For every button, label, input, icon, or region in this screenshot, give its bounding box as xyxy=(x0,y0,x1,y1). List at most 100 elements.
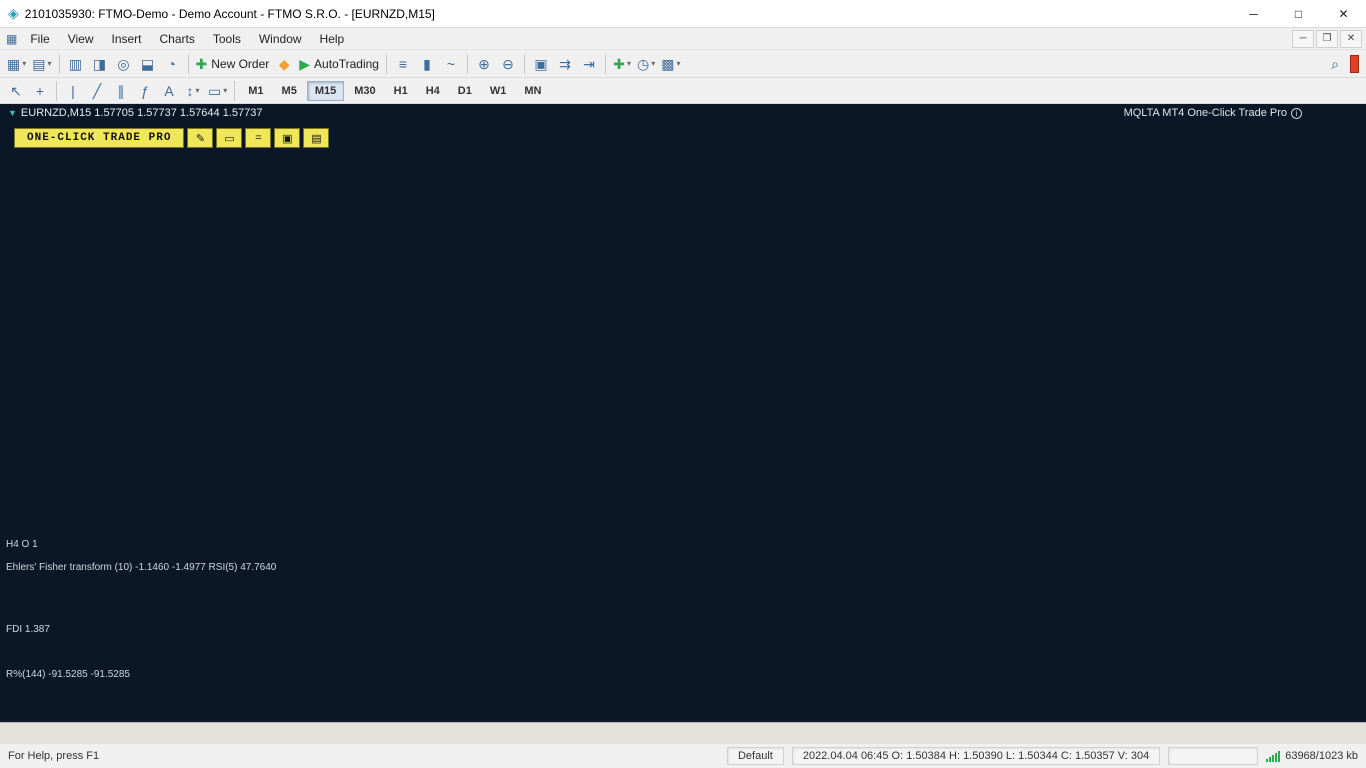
indicator-label-r: R%(144) -91.5285 -91.5285 xyxy=(6,669,130,680)
menu-charts[interactable]: Charts xyxy=(151,30,204,48)
terminal-button[interactable]: ⬓ xyxy=(136,52,160,76)
toolbar-separator xyxy=(605,54,606,74)
tile-icon: ▣ xyxy=(534,57,547,71)
one-click-button-5[interactable]: ▤ xyxy=(303,128,329,148)
status-profile[interactable]: Default xyxy=(727,747,784,765)
maximize-button[interactable]: □ xyxy=(1276,0,1321,27)
menu-tools[interactable]: Tools xyxy=(204,30,250,48)
tester-button[interactable]: ◔ xyxy=(160,52,184,76)
menu-help[interactable]: Help xyxy=(311,30,354,48)
chart-minimize-button[interactable]: ─ xyxy=(1292,30,1314,48)
new-order-label: New Order xyxy=(211,57,269,71)
cursor-icon: ↖ xyxy=(10,84,22,98)
navigator-button[interactable]: ◎ xyxy=(112,52,136,76)
data-window-button[interactable]: ◨ xyxy=(88,52,112,76)
channel-button[interactable]: ∥ xyxy=(109,79,133,103)
status-help: For Help, press F1 xyxy=(8,750,99,762)
one-click-button-3[interactable]: = xyxy=(245,128,271,148)
chart-bars-button[interactable]: ≡ xyxy=(391,52,415,76)
indicator-label-fisher: Ehlers' Fisher transform (10) -1.1460 -1… xyxy=(6,562,276,573)
metaeditor-icon: ◆ xyxy=(279,57,290,71)
one-click-button-1[interactable]: ✎ xyxy=(187,128,213,148)
new-order-button[interactable]: ✚New Order xyxy=(193,52,273,76)
timeframe-m5-button[interactable]: M5 xyxy=(274,81,305,101)
caret-icon: ▾ xyxy=(676,59,680,68)
toolbar-standard: ▦▾▤▾▥◨◎⬓◔✚New Order◆▶AutoTrading≡▮~⊕⊖▣⇉⇥… xyxy=(0,50,1366,78)
connection-bars-icon xyxy=(1266,751,1280,762)
search-button[interactable]: ⌕ xyxy=(1323,52,1347,76)
vline-button[interactable]: | xyxy=(61,79,85,103)
shapes-button[interactable]: ▭▾ xyxy=(205,79,230,103)
chart-line-button[interactable]: ~ xyxy=(439,52,463,76)
arrows-tool-button[interactable]: ↕▾ xyxy=(181,79,205,103)
timeframe-m15-button[interactable]: M15 xyxy=(307,81,344,101)
chart-close-button[interactable]: ✕ xyxy=(1340,30,1362,48)
toolbar-line-studies: ↖+|╱∥ƒA↕▾▭▾M1M5M15M30H1H4D1W1MN xyxy=(0,78,1366,104)
timeframe-d1-button[interactable]: D1 xyxy=(450,81,480,101)
cursor-button[interactable]: ↖ xyxy=(4,79,28,103)
chart-candles-button[interactable]: ▮ xyxy=(415,52,439,76)
autotrading-button[interactable]: ▶AutoTrading xyxy=(296,52,382,76)
time-axis[interactable] xyxy=(0,705,1311,722)
indicators-button[interactable]: ✚▾ xyxy=(610,52,634,76)
mt4-window: ◈ 2101035930: FTMO-Demo - Demo Account -… xyxy=(0,0,1366,768)
caret-icon: ▾ xyxy=(22,59,26,68)
close-button[interactable]: ✕ xyxy=(1321,0,1366,27)
status-traffic: 63968/1023 kb xyxy=(1266,750,1358,762)
timeframe-m1-button[interactable]: M1 xyxy=(240,81,271,101)
collapse-arrow-icon[interactable]: ▼ xyxy=(8,108,17,118)
data-window-icon: ◨ xyxy=(93,57,106,71)
chart-restore-button[interactable]: ❐ xyxy=(1316,30,1338,48)
tile-button[interactable]: ▣ xyxy=(529,52,553,76)
timeframe-h4-button[interactable]: H4 xyxy=(418,81,448,101)
menu-view[interactable]: View xyxy=(59,30,103,48)
zoom-out-button[interactable]: ⊖ xyxy=(496,52,520,76)
app-icon: ◈ xyxy=(8,5,19,22)
shapes-icon: ▭ xyxy=(208,84,221,98)
menu-bar: ▦ FileViewInsertChartsToolsWindowHelp ─ … xyxy=(0,28,1366,50)
search-icon: ⌕ xyxy=(1331,57,1339,71)
crosshair-icon: + xyxy=(36,84,44,98)
crosshair-button[interactable]: + xyxy=(28,79,52,103)
market-closed-indicator xyxy=(1350,55,1359,73)
info-icon[interactable]: i xyxy=(1291,108,1302,119)
chart-area[interactable]: ▼EURNZD,M15 1.57705 1.57737 1.57644 1.57… xyxy=(0,104,1366,722)
fibonacci-button[interactable]: ƒ xyxy=(133,79,157,103)
channel-icon: ∥ xyxy=(118,84,125,98)
shift-button[interactable]: ⇥ xyxy=(577,52,601,76)
new-chart-button[interactable]: ▦▾ xyxy=(4,52,29,76)
one-click-buttons: ✎▭=▣▤ xyxy=(187,128,329,148)
menu-insert[interactable]: Insert xyxy=(102,30,150,48)
toolbar-separator xyxy=(59,54,60,74)
profiles-button[interactable]: ▤▾ xyxy=(29,52,54,76)
price-chart[interactable] xyxy=(0,104,1366,722)
periods-button[interactable]: ◷▾ xyxy=(634,52,658,76)
zoom-in-button[interactable]: ⊕ xyxy=(472,52,496,76)
menu-window[interactable]: Window xyxy=(250,30,311,48)
minimize-button[interactable]: ─ xyxy=(1231,0,1276,27)
zoom-out-icon: ⊖ xyxy=(502,57,514,71)
status-empty-box xyxy=(1168,747,1258,765)
metaeditor-button[interactable]: ◆ xyxy=(272,52,296,76)
trendline-button[interactable]: ╱ xyxy=(85,79,109,103)
text-tool-button[interactable]: A xyxy=(157,79,181,103)
window-controls: ─ □ ✕ xyxy=(1231,0,1366,27)
caret-icon: ▾ xyxy=(195,86,199,95)
timeframe-mn-button[interactable]: MN xyxy=(516,81,549,101)
timeframe-h1-button[interactable]: H1 xyxy=(386,81,416,101)
new-chart-icon: ▦ xyxy=(7,57,20,71)
status-ohlcv: 2022.04.04 06:45 O: 1.50384 H: 1.50390 L… xyxy=(792,747,1160,765)
templates-button[interactable]: ▩▾ xyxy=(658,52,683,76)
periods-icon: ◷ xyxy=(637,57,649,71)
timeframe-m30-button[interactable]: M30 xyxy=(346,81,383,101)
one-click-button-4[interactable]: ▣ xyxy=(274,128,300,148)
price-axis[interactable] xyxy=(1311,104,1366,722)
toolbar-separator xyxy=(467,54,468,74)
timeframe-w1-button[interactable]: W1 xyxy=(482,81,515,101)
autoscroll-button[interactable]: ⇉ xyxy=(553,52,577,76)
market-watch-button[interactable]: ▥ xyxy=(64,52,88,76)
menu-items: FileViewInsertChartsToolsWindowHelp xyxy=(21,30,353,48)
one-click-button-2[interactable]: ▭ xyxy=(216,128,242,148)
market-watch-icon: ▥ xyxy=(69,57,82,71)
menu-file[interactable]: File xyxy=(21,30,58,48)
